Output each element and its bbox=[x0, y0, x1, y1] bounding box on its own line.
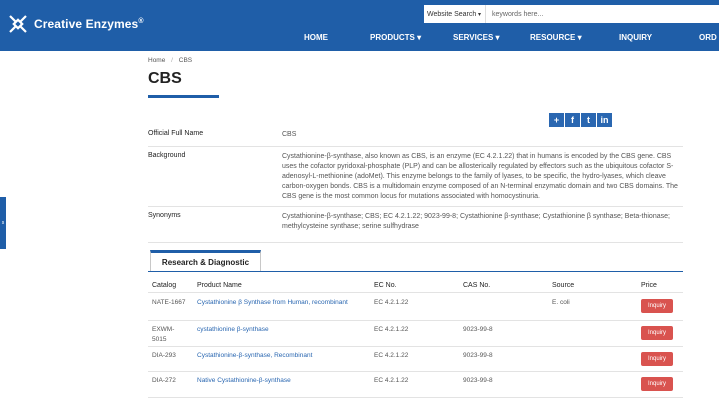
col-price: Price bbox=[641, 282, 657, 289]
tab-underline bbox=[148, 271, 683, 272]
twitter-icon[interactable]: t bbox=[581, 113, 596, 127]
nav-products[interactable]: PRODUCTS ▾ bbox=[370, 33, 421, 42]
brand-name: Creative Enzymes® bbox=[34, 17, 144, 31]
nav-services[interactable]: SERVICES ▾ bbox=[453, 33, 500, 42]
inquiry-button[interactable]: Inquiry bbox=[641, 299, 673, 313]
nav-home[interactable]: HOME bbox=[304, 33, 328, 42]
col-catalog: Catalog bbox=[152, 282, 177, 289]
divider bbox=[148, 346, 683, 347]
row-catalog: EXWM-5015 bbox=[152, 326, 175, 343]
inquiry-button[interactable]: Inquiry bbox=[641, 326, 673, 340]
breadcrumb: Home / CBS bbox=[148, 57, 192, 64]
nav-resource[interactable]: RESOURCE ▾ bbox=[530, 33, 582, 42]
row-source: E. coli bbox=[552, 299, 570, 306]
row-product-link[interactable]: Cystathionine β Synthase from Human, rec… bbox=[197, 298, 357, 308]
brand-logo[interactable]: Creative Enzymes® bbox=[6, 12, 144, 36]
chevron-down-icon: ▾ bbox=[477, 11, 481, 18]
search-scope-select[interactable]: Website Search ▾ bbox=[424, 5, 486, 23]
row-product-link[interactable]: Native Cystathionine-β-synthase bbox=[197, 376, 372, 386]
linkedin-icon[interactable]: in bbox=[597, 113, 612, 127]
divider bbox=[148, 206, 683, 207]
col-ec-no: EC No. bbox=[374, 282, 397, 289]
tab-research-diagnostic[interactable]: Research & Diagnostic bbox=[150, 250, 261, 272]
row-cas: 9023-99-8 bbox=[463, 326, 493, 333]
nav-inquiry[interactable]: INQUIRY bbox=[619, 33, 652, 42]
synonyms-label: Synonyms bbox=[148, 212, 181, 219]
divider bbox=[148, 397, 683, 398]
logo-icon bbox=[6, 12, 30, 36]
full-name-value: CBS bbox=[282, 131, 297, 138]
info-row-full-name: Official Full Name CBS bbox=[148, 130, 683, 142]
divider bbox=[148, 320, 683, 321]
row-ec: EC 4.2.1.22 bbox=[374, 352, 409, 359]
search-bar: Website Search ▾ keywords here... bbox=[424, 5, 719, 23]
top-header: Creative Enzymes® Website Search ▾ keywo… bbox=[0, 0, 719, 51]
facebook-icon[interactable]: f bbox=[565, 113, 580, 127]
breadcrumb-current: CBS bbox=[178, 57, 193, 64]
row-product-link[interactable]: Cystathionine-β-synthase, Recombinant bbox=[197, 351, 372, 361]
row-catalog: NATE-1667 bbox=[152, 299, 186, 306]
row-cas: 9023-99-8 bbox=[463, 377, 493, 384]
info-row-background: Background Cystathionine-β-synthase, als… bbox=[148, 152, 683, 204]
divider bbox=[148, 242, 683, 243]
nav-order[interactable]: ORD bbox=[699, 33, 717, 42]
row-catalog: DIA-293 bbox=[152, 352, 176, 359]
background-label: Background bbox=[148, 152, 186, 159]
divider bbox=[148, 292, 683, 293]
col-product-name: Product Name bbox=[197, 282, 242, 289]
share-plus-icon[interactable]: + bbox=[549, 113, 564, 127]
search-input[interactable]: keywords here... bbox=[486, 11, 543, 18]
breadcrumb-home[interactable]: Home bbox=[148, 57, 165, 64]
row-catalog: DIA-272 bbox=[152, 377, 176, 384]
page-title: CBS bbox=[148, 70, 182, 87]
row-ec: EC 4.2.1.22 bbox=[374, 299, 409, 306]
info-row-synonyms: Synonyms Cystathionine-β-synthase; CBS; … bbox=[148, 212, 683, 234]
inquiry-button[interactable]: Inquiry bbox=[641, 352, 673, 366]
row-ec: EC 4.2.1.22 bbox=[374, 377, 409, 384]
background-value: Cystathionine-β-synthase, also known as … bbox=[282, 153, 678, 200]
side-floating-tab[interactable]: s bbox=[0, 197, 6, 249]
row-cas: 9023-99-8 bbox=[463, 352, 493, 359]
inquiry-button[interactable]: Inquiry bbox=[641, 377, 673, 391]
row-product-link[interactable]: cystathionine β-synthase bbox=[197, 325, 357, 335]
breadcrumb-separator: / bbox=[171, 57, 173, 64]
divider bbox=[148, 146, 683, 147]
full-name-label: Official Full Name bbox=[148, 130, 204, 137]
divider bbox=[148, 371, 683, 372]
row-ec: EC 4.2.1.22 bbox=[374, 326, 409, 333]
col-source: Source bbox=[552, 282, 575, 289]
share-buttons: + f t in bbox=[549, 113, 612, 127]
synonyms-value: Cystathionine-β-synthase; CBS; EC 4.2.1.… bbox=[282, 213, 670, 230]
title-underline bbox=[148, 95, 219, 98]
col-cas-no: CAS No. bbox=[463, 282, 491, 289]
